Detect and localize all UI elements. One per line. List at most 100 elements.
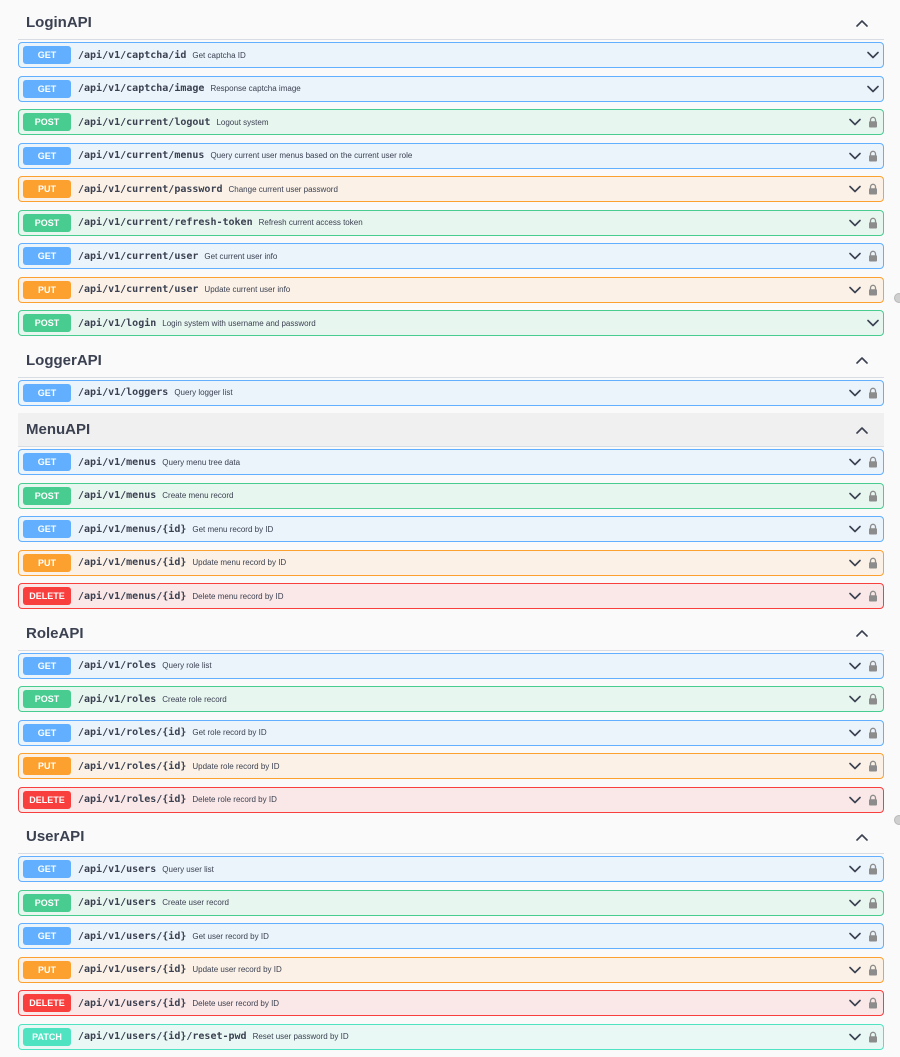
lock-icon[interactable] <box>867 522 879 536</box>
chevron-down-icon[interactable] <box>848 149 862 163</box>
operation-row[interactable]: PATCH/api/v1/users/{id}/reset-pwd Reset u… <box>18 1023 884 1050</box>
operation-summary: Get captcha ID <box>192 50 246 60</box>
operation-path: /api/v1/users <box>78 897 157 908</box>
chevron-down-icon[interactable] <box>866 316 880 330</box>
lock-icon[interactable] <box>867 659 879 673</box>
operation-controls <box>848 556 883 570</box>
section-header-userapi[interactable]: UserAPI <box>18 820 884 854</box>
chevron-down-icon[interactable] <box>848 996 862 1010</box>
chevron-down-icon[interactable] <box>848 556 862 570</box>
lock-icon[interactable] <box>867 793 879 807</box>
operation-row[interactable]: POST/api/v1/roles Create role record <box>18 686 884 712</box>
scroll-handle[interactable] <box>894 815 900 825</box>
chevron-down-icon[interactable] <box>848 489 862 503</box>
operation-row[interactable]: PUT/api/v1/current/user Update current us… <box>18 276 884 303</box>
operation-path: /api/v1/roles <box>78 693 157 705</box>
chevron-down-icon[interactable] <box>848 115 862 129</box>
lock-icon[interactable] <box>867 929 879 943</box>
operation-summary: Update user record by ID <box>192 965 282 974</box>
chevron-down-icon[interactable] <box>848 692 862 706</box>
chevron-down-icon[interactable] <box>848 589 862 603</box>
chevron-down-icon[interactable] <box>866 82 880 96</box>
operation-row[interactable]: GET/api/v1/captcha/image Response captcha… <box>18 75 884 102</box>
lock-icon[interactable] <box>867 386 879 400</box>
chevron-down-icon[interactable] <box>848 896 862 910</box>
operation-row[interactable]: POST/api/v1/current/refresh-token Refresh… <box>18 209 884 236</box>
section-header-loggerapi[interactable]: LoggerAPI <box>18 344 884 378</box>
operation-row[interactable]: POST/api/v1/login Login system with usern… <box>18 310 884 336</box>
chevron-up-icon[interactable] <box>854 422 870 438</box>
section-header-loginapi[interactable]: LoginAPI <box>18 6 884 40</box>
chevron-down-icon[interactable] <box>848 862 862 876</box>
operation-row[interactable]: GET/api/v1/menus Query menu tree data <box>18 449 884 475</box>
operation-row[interactable]: PUT/api/v1/users/{id} Update user record … <box>18 956 884 983</box>
lock-icon[interactable] <box>867 1030 879 1044</box>
lock-icon[interactable] <box>867 182 879 196</box>
operation-row[interactable]: GET/api/v1/users Query user list <box>18 856 884 882</box>
lock-icon[interactable] <box>867 896 879 910</box>
lock-icon[interactable] <box>867 556 879 570</box>
operation-controls <box>848 1030 883 1044</box>
lock-icon[interactable] <box>867 963 879 977</box>
operation-row[interactable]: DELETE/api/v1/users/{id} Delete user reco… <box>18 990 884 1016</box>
lock-icon[interactable] <box>867 862 879 876</box>
lock-icon[interactable] <box>867 692 879 706</box>
operation-row[interactable]: GET/api/v1/menus/{id} Get menu record by … <box>18 516 884 542</box>
chevron-down-icon[interactable] <box>848 659 862 673</box>
chevron-down-icon[interactable] <box>848 726 862 740</box>
operation-row[interactable]: PUT/api/v1/current/password Change curren… <box>18 176 884 202</box>
chevron-down-icon[interactable] <box>848 216 862 230</box>
chevron-down-icon[interactable] <box>848 249 862 263</box>
chevron-down-icon[interactable] <box>848 759 862 773</box>
chevron-down-icon[interactable] <box>848 283 862 297</box>
chevron-up-icon[interactable] <box>854 15 870 31</box>
operation-controls <box>866 316 883 330</box>
operation-path: /api/v1/captcha/id <box>78 49 187 61</box>
operation-row[interactable]: PUT/api/v1/roles/{id} Update role record … <box>18 753 884 779</box>
chevron-down-icon[interactable] <box>848 182 862 196</box>
chevron-down-icon[interactable] <box>866 48 880 62</box>
operation-row[interactable]: GET/api/v1/roles/{id} Get role record by … <box>18 719 884 746</box>
operation-summary: Get user record by ID <box>192 931 269 941</box>
operation-row[interactable]: PUT/api/v1/menus/{id} Update menu record … <box>18 549 884 576</box>
operation-row[interactable]: POST/api/v1/users Create user record <box>18 889 884 916</box>
chevron-down-icon[interactable] <box>848 455 862 469</box>
chevron-down-icon[interactable] <box>848 386 862 400</box>
chevron-down-icon[interactable] <box>848 793 862 807</box>
section-header-roleapi[interactable]: RoleAPI <box>18 617 884 651</box>
lock-icon[interactable] <box>867 759 879 773</box>
operation-row[interactable]: GET/api/v1/loggers Query logger list <box>18 379 884 406</box>
operation-summary: Refresh current access token <box>258 218 363 227</box>
operation-row[interactable]: GET/api/v1/captcha/id Get captcha ID <box>18 42 884 68</box>
operation-row[interactable]: DELETE/api/v1/menus/{id} Delete menu reco… <box>18 583 884 609</box>
operation-row[interactable]: GET/api/v1/current/user Get current user … <box>18 243 884 269</box>
lock-icon[interactable] <box>867 996 879 1010</box>
operation-row[interactable]: GET/api/v1/current/menus Query current us… <box>18 142 884 169</box>
operation-row[interactable]: DELETE/api/v1/roles/{id} Delete role reco… <box>18 786 884 813</box>
chevron-down-icon[interactable] <box>848 929 862 943</box>
chevron-up-icon[interactable] <box>854 352 870 368</box>
operation-row[interactable]: POST/api/v1/current/logout Logout system <box>18 109 884 135</box>
chevron-down-icon[interactable] <box>848 963 862 977</box>
section-header-menuapi[interactable]: MenuAPI <box>18 413 884 447</box>
operation-path: /api/v1/current/menus <box>78 150 205 161</box>
lock-icon[interactable] <box>867 455 879 469</box>
lock-icon[interactable] <box>867 589 879 603</box>
lock-icon[interactable] <box>867 115 879 129</box>
operation-row[interactable]: POST/api/v1/menus Create menu record <box>18 482 884 509</box>
chevron-up-icon[interactable] <box>854 625 870 641</box>
operation-row[interactable]: GET/api/v1/roles Query role list <box>18 652 884 679</box>
lock-icon[interactable] <box>867 726 879 740</box>
chevron-down-icon[interactable] <box>848 1030 862 1044</box>
chevron-down-icon[interactable] <box>848 522 862 536</box>
lock-icon[interactable] <box>867 283 879 297</box>
lock-icon[interactable] <box>867 249 879 263</box>
lock-icon[interactable] <box>867 149 879 163</box>
chevron-up-icon[interactable] <box>854 829 870 845</box>
section-menuapi: MenuAPI GET/api/v1/menus Query menu tree d… <box>18 413 884 609</box>
scroll-handle[interactable] <box>894 293 900 303</box>
lock-icon[interactable] <box>867 216 879 230</box>
lock-icon[interactable] <box>867 489 879 503</box>
method-badge: PUT <box>23 280 71 299</box>
operation-row[interactable]: GET/api/v1/users/{id} Get user record by … <box>18 923 884 949</box>
